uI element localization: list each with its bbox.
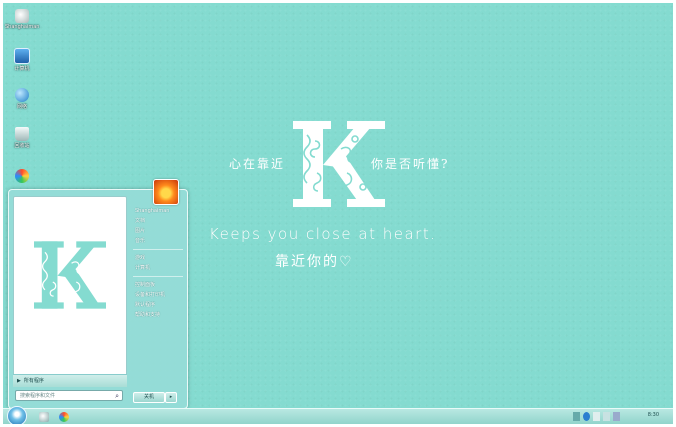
menu-games[interactable]: 游戏 [131,253,185,263]
menu-pictures[interactable]: 图片 [131,226,185,236]
all-programs-button[interactable]: ▶ 所有程序 [13,374,127,387]
menu-separator [133,276,183,277]
search-icon: ⌕ [115,392,119,400]
network-globe-icon [15,88,29,102]
triangle-right-icon: ▶ [17,378,21,384]
menu-control-panel[interactable]: 控制面板 [131,280,185,290]
search-placeholder: 搜索程序和文件 [20,393,56,399]
pinned-media-icon[interactable] [39,412,49,422]
start-menu-k-letter-icon [34,241,106,309]
tray-volume-icon[interactable] [613,412,620,421]
wallpaper-slogan-chinese: 靠近你的♡ [275,254,354,270]
start-menu: ▶ 所有程序 搜索程序和文件 ⌕ Shanghaiman 文档 图片 音乐 游戏 … [8,179,188,409]
desktop-icon-recycle-bin[interactable]: 回收站 [5,127,39,149]
desktop-icon-network[interactable]: 网络 [5,88,39,110]
tray-help-icon[interactable] [583,412,590,421]
desktop-icon-label: Shanghaiman [5,24,40,30]
desktop-icon-label: 计算机 [14,66,30,72]
wallpaper-text-right: 你是否听懂? [371,157,450,171]
menu-documents[interactable]: 文档 [131,216,185,226]
start-menu-places-pane: Shanghaiman 文档 图片 音乐 游戏 计算机 控制面板 设备和打印机 … [131,206,185,320]
menu-separator [133,249,183,250]
desktop: Shanghaiman 计算机 网络 回收站 心在靠近 你是否听懂? Keeps… [3,3,673,424]
menu-default-programs[interactable]: 默认程序 [131,300,185,310]
desktop-icon-browser[interactable] [5,169,39,183]
taskbar: 8:30 [3,406,673,424]
all-programs-label: 所有程序 [23,378,44,384]
recycle-bin-icon [15,127,29,141]
browser-icon [15,169,29,183]
menu-user-folder[interactable]: Shanghaiman [131,206,185,216]
shutdown-options-button[interactable]: ▸ [165,392,177,403]
start-menu-programs-pane [13,196,127,386]
start-search-input[interactable]: 搜索程序和文件 ⌕ [15,390,123,401]
menu-help-support[interactable]: 帮助和支持 [131,310,185,320]
taskbar-clock[interactable]: 8:30 [648,412,659,418]
desktop-icon-computer[interactable]: 计算机 [5,48,39,72]
tray-network-icon[interactable] [603,412,610,421]
shutdown-button[interactable]: 关机 [133,392,165,403]
wallpaper-text-left: 心在靠近 [229,157,286,171]
pinned-browser-icon[interactable] [59,412,69,422]
tray-language-icon[interactable] [573,412,580,421]
desktop-icon-label: 回收站 [14,143,30,149]
computer-icon [14,48,30,64]
user-folder-icon [15,9,29,23]
menu-music[interactable]: 音乐 [131,236,185,246]
user-avatar[interactable] [153,179,179,205]
start-button[interactable] [7,406,27,424]
tray-action-center-icon[interactable] [593,412,600,421]
wallpaper-slogan-english: Keeps you close at heart. [209,225,437,243]
desktop-icon-label: 网络 [16,104,27,110]
menu-computer[interactable]: 计算机 [131,263,185,273]
desktop-icon-user-folder[interactable]: Shanghaiman [5,9,39,30]
chevron-right-icon: ▸ [169,394,173,400]
menu-devices-printers[interactable]: 设备和打印机 [131,290,185,300]
